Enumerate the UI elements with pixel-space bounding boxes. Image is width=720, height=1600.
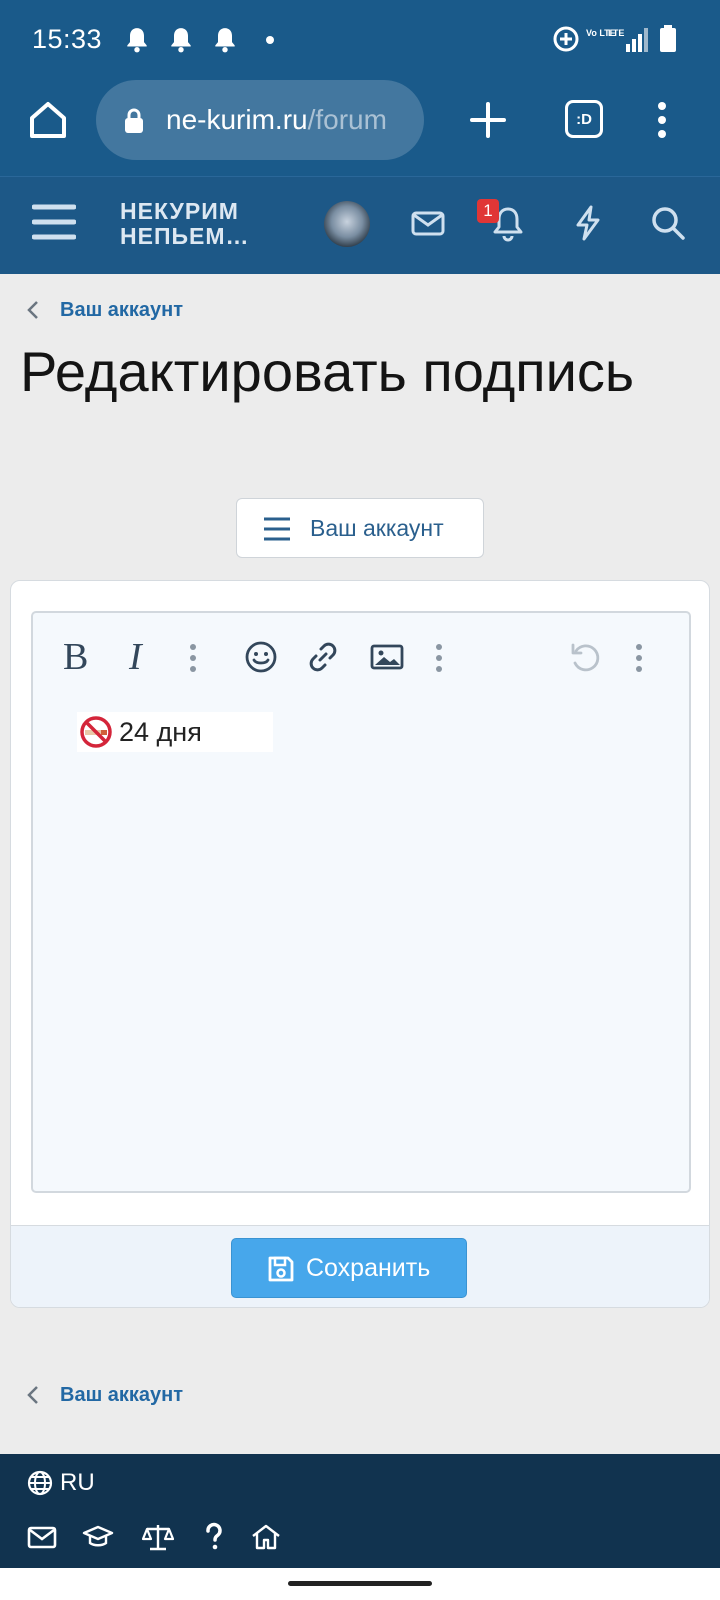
tab-switcher-button[interactable]: :D: [565, 100, 603, 138]
site-logo[interactable]: НЕКУРИМ НЕПЬЕМ…: [120, 199, 250, 249]
search-icon[interactable]: [648, 203, 688, 243]
more-notifications-dot: [266, 36, 274, 44]
mail-icon[interactable]: [408, 203, 448, 243]
lightning-icon[interactable]: [568, 203, 608, 243]
breadcrumb-link-account[interactable]: Ваш аккаунт: [60, 1384, 183, 1407]
home-icon[interactable]: [26, 98, 70, 142]
status-bar: 15:33 Vo LTE LTE: [0, 0, 720, 78]
insert-link-button[interactable]: [305, 639, 341, 675]
no-smoking-icon: [80, 716, 112, 748]
account-menu-label: Ваш аккаунт: [310, 515, 444, 541]
signal-icon: Vo LTE LTE: [586, 28, 648, 52]
account-menu-button[interactable]: Ваш аккаунт: [236, 498, 484, 558]
link-icon: [309, 642, 337, 672]
data-saver-icon: [553, 26, 579, 52]
chevron-left-icon: [27, 1386, 38, 1404]
home-icon[interactable]: [250, 1522, 282, 1552]
graduation-cap-icon[interactable]: [82, 1522, 114, 1552]
help-icon[interactable]: [198, 1522, 230, 1552]
save-label: Сохранить: [306, 1254, 431, 1282]
status-time: 15:33: [32, 24, 103, 54]
breadcrumb-bottom: Ваш аккаунт: [24, 1380, 183, 1410]
signature-form: B I 24 дня Сохранить: [10, 580, 710, 1308]
battery-icon: [660, 25, 676, 52]
breadcrumb-link-account[interactable]: Ваш аккаунт: [60, 299, 183, 322]
more-insert-options-icon[interactable]: [435, 643, 443, 673]
bell-icon: [171, 28, 191, 53]
scales-icon[interactable]: [142, 1522, 174, 1552]
new-tab-icon[interactable]: [466, 98, 510, 142]
avatar[interactable]: [324, 201, 370, 247]
url-text[interactable]: ne-kurim.ru/forum: [166, 104, 408, 136]
save-icon: [268, 1256, 294, 1282]
page-title: Редактировать подпись: [20, 340, 635, 403]
chevron-left-icon: [27, 301, 38, 319]
image-icon: [370, 644, 404, 670]
lock-icon: [125, 108, 143, 133]
smiley-icon: [245, 641, 277, 673]
list-icon: [264, 517, 290, 541]
more-options-icon[interactable]: [635, 643, 643, 673]
site-footer: RU: [0, 1454, 720, 1568]
save-button[interactable]: Сохранить: [231, 1238, 467, 1298]
undo-icon: [571, 643, 600, 672]
insert-image-button[interactable]: [369, 639, 405, 675]
language-label: RU: [60, 1469, 95, 1496]
home-gesture-pill[interactable]: [288, 1581, 432, 1586]
italic-button[interactable]: I: [129, 635, 165, 678]
bell-icon: [127, 28, 147, 53]
address-bar[interactable]: ne-kurim.ru/forum: [96, 80, 424, 160]
signature-content[interactable]: 24 дня: [77, 712, 273, 752]
breadcrumb: Ваш аккаунт: [24, 295, 183, 325]
emoji-button[interactable]: [243, 639, 279, 675]
site-header: НЕКУРИМ НЕПЬЕМ… 1: [0, 176, 720, 274]
rich-text-editor[interactable]: B I 24 дня: [31, 611, 691, 1193]
bell-icon: [215, 28, 235, 53]
svg-text:LTE: LTE: [608, 28, 624, 38]
language-chooser[interactable]: RU: [26, 1468, 95, 1498]
form-footer: Сохранить: [11, 1225, 709, 1307]
globe-icon: [27, 1470, 53, 1496]
system-navigation-bar: [0, 1568, 720, 1600]
bold-button[interactable]: B: [63, 635, 99, 678]
more-text-options-icon[interactable]: [189, 643, 197, 673]
signature-text: 24 дня: [119, 716, 202, 747]
contact-mail-icon[interactable]: [26, 1522, 58, 1552]
notification-count-badge: 1: [477, 199, 499, 223]
browser-menu-icon[interactable]: [652, 98, 672, 142]
undo-button[interactable]: [567, 639, 603, 675]
menu-icon[interactable]: [32, 203, 76, 241]
browser-toolbar: ne-kurim.ru/forum :D: [0, 78, 720, 176]
